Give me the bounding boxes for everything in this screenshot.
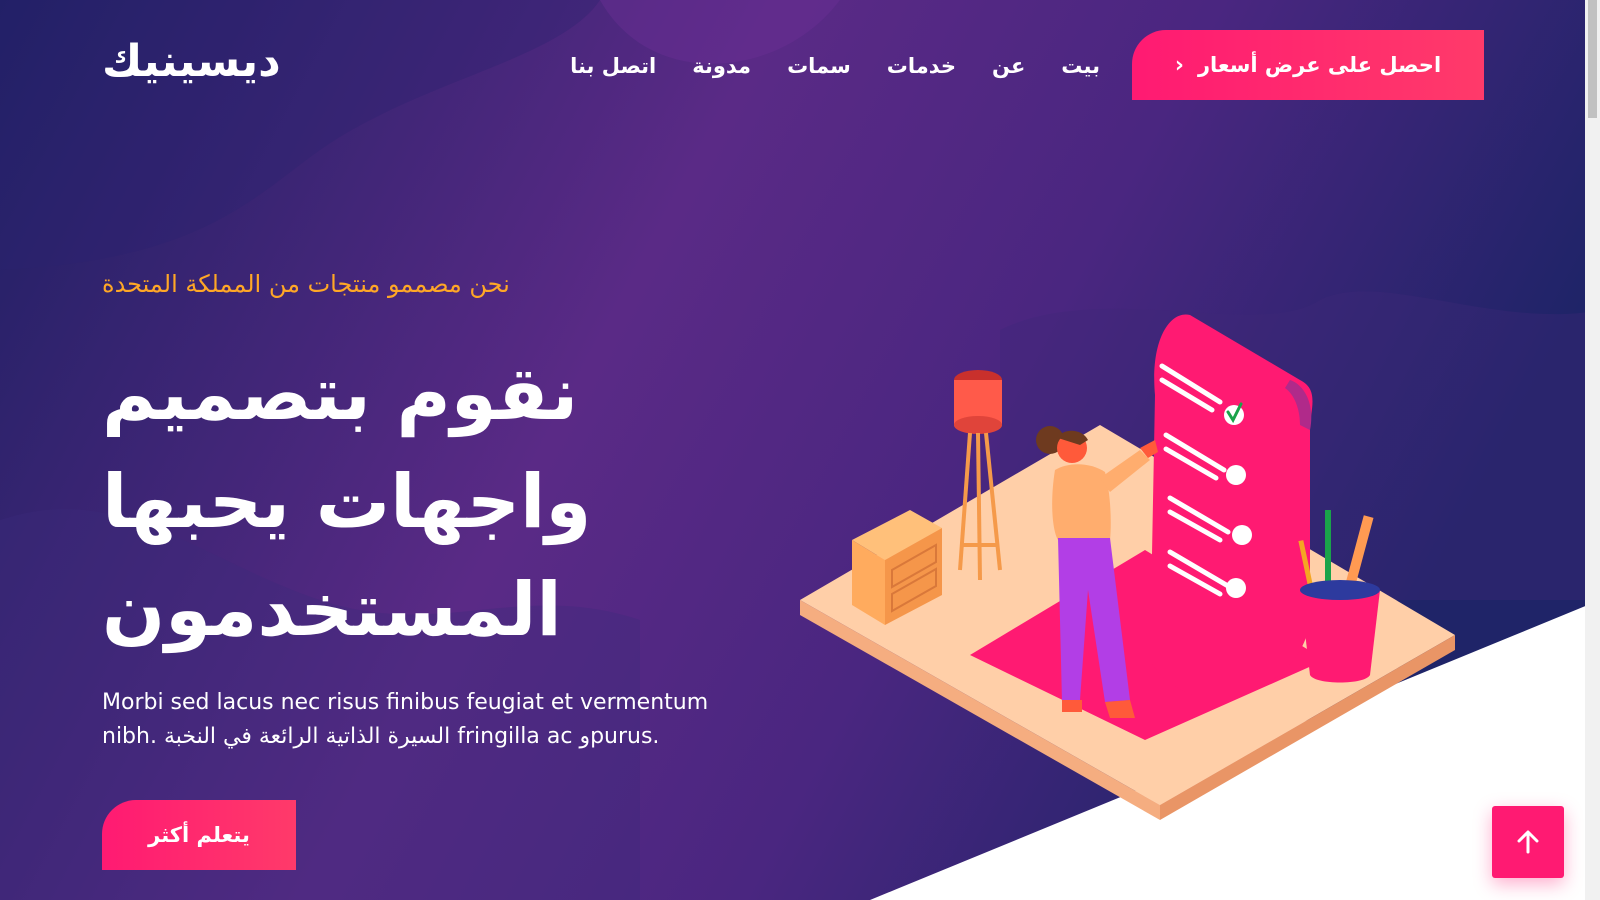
scrollbar-track[interactable] [1585, 0, 1600, 900]
nav-item-features[interactable]: سمات [787, 54, 851, 78]
hero-headline: نقوم بتصميم واجهات يحبها المستخدمون [102, 340, 662, 664]
headline-line-3: المستخدمون [102, 567, 562, 653]
page: ديسينيك بيت عن خدمات سمات مدونة اتصل بنا… [0, 0, 1600, 900]
site-logo[interactable]: ديسينيك [102, 36, 281, 89]
get-quote-label: احصل على عرض أسعار [1197, 53, 1442, 77]
nav-item-services[interactable]: خدمات [887, 54, 956, 78]
headline-line-2: واجهات يحبها [102, 459, 592, 545]
chevron-left-icon: ‹ [1174, 52, 1184, 78]
nav-item-blog[interactable]: مدونة [692, 54, 751, 78]
arrow-up-icon [1517, 830, 1539, 854]
hero-subtitle: نحن مصممو منتجات من المملكة المتحدة [102, 270, 510, 298]
scrollbar-thumb[interactable] [1588, 0, 1597, 118]
learn-more-button[interactable]: يتعلم أكثر [102, 800, 296, 870]
back-to-top-button[interactable] [1492, 806, 1564, 878]
nav-item-about[interactable]: عن [992, 54, 1025, 78]
hero-description: Morbi sed lacus nec risus finibus feugia… [102, 690, 709, 749]
pencil-cup [1298, 510, 1380, 683]
hero-illustration [800, 314, 1455, 820]
nav-item-home[interactable]: بيت [1061, 54, 1100, 78]
main-nav: بيت عن خدمات سمات مدونة اتصل بنا [560, 46, 1100, 86]
checklist-scroll [1150, 314, 1313, 700]
headline-line-1: نقوم بتصميم [102, 351, 579, 437]
get-quote-button[interactable]: احصل على عرض أسعار ‹ [1132, 30, 1484, 100]
nav-item-contact[interactable]: اتصل بنا [570, 54, 656, 78]
